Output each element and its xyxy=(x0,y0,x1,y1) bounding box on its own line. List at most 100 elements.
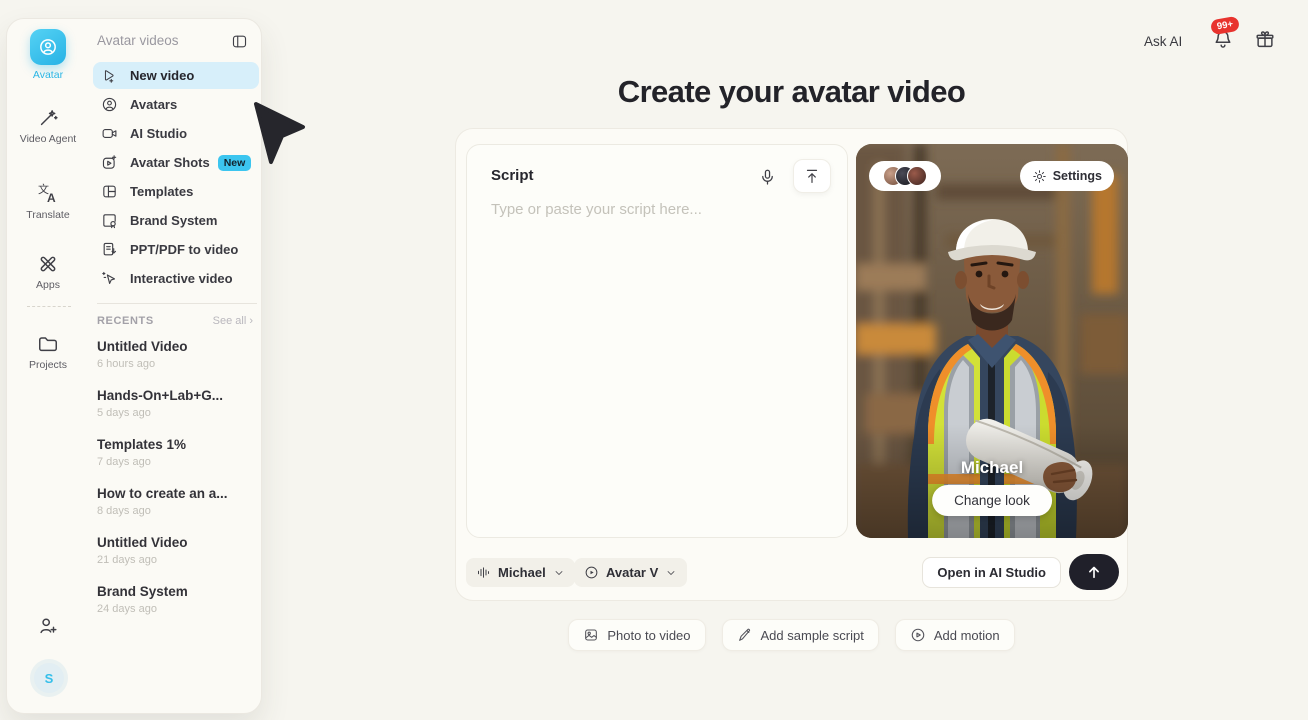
upload-script-button[interactable] xyxy=(793,159,831,193)
upload-icon xyxy=(803,167,821,185)
voice-select[interactable]: Michael xyxy=(466,558,575,587)
wand-icon xyxy=(37,107,59,129)
recent-time: 24 days ago xyxy=(97,603,255,615)
svg-text:A: A xyxy=(47,191,56,205)
record-voice-button[interactable] xyxy=(751,161,783,193)
page-title: Create your avatar video xyxy=(455,74,1128,110)
user-avatar-initial: S xyxy=(45,671,54,686)
avatar-preview-card[interactable]: Settings Michael Change look xyxy=(856,144,1128,538)
settings-label: Settings xyxy=(1053,169,1102,183)
photo-icon xyxy=(583,627,599,643)
menu-item-interactive-video[interactable]: Interactive video xyxy=(93,265,259,292)
ai-studio-icon xyxy=(101,125,118,142)
collapse-sidebar-button[interactable] xyxy=(227,30,251,52)
avatar-thumb xyxy=(907,166,927,186)
rail-label: Video Agent xyxy=(7,133,89,145)
menu-item-label: Avatars xyxy=(130,97,177,112)
quick-actions: Photo to video Add sample script Add mot… xyxy=(455,619,1128,651)
rail-label: Avatar xyxy=(7,69,89,81)
recent-item[interactable]: Hands-On+Lab+G... 5 days ago xyxy=(97,388,255,419)
settings-button[interactable]: Settings xyxy=(1020,161,1114,191)
invite-member-button[interactable] xyxy=(7,615,89,637)
chevron-down-icon xyxy=(553,567,565,579)
mic-icon xyxy=(758,168,777,187)
recents-header: RECENTS xyxy=(97,315,154,327)
script-label: Script xyxy=(491,167,534,184)
menu-item-label: Templates xyxy=(130,184,193,199)
see-all-link[interactable]: See all › xyxy=(213,315,253,327)
recent-item[interactable]: Untitled Video 21 days ago xyxy=(97,535,255,566)
menu-item-label: PPT/PDF to video xyxy=(130,242,238,257)
sidebar-item-translate[interactable]: 文 A Translate xyxy=(7,181,89,221)
photo-to-video-button[interactable]: Photo to video xyxy=(568,619,705,651)
avatar-switcher[interactable] xyxy=(869,161,941,191)
folder-icon xyxy=(37,333,59,355)
recent-time: 8 days ago xyxy=(97,505,255,517)
composer-card: Script xyxy=(455,128,1128,601)
motion-icon xyxy=(910,627,926,643)
user-avatar[interactable]: S xyxy=(34,663,64,693)
menu-item-avatars[interactable]: Avatars xyxy=(93,91,259,118)
sidebar-item-apps[interactable]: Apps xyxy=(7,253,89,291)
recent-title: How to create an a... xyxy=(97,486,255,501)
voice-icon xyxy=(476,565,491,580)
recent-item[interactable]: How to create an a... 8 days ago xyxy=(97,486,255,517)
rail-divider xyxy=(27,306,71,307)
generate-button[interactable] xyxy=(1069,554,1119,590)
recent-title: Untitled Video xyxy=(97,535,255,550)
person-add-icon xyxy=(37,615,59,637)
new-badge: New xyxy=(218,155,252,171)
recent-item[interactable]: Untitled Video 6 hours ago xyxy=(97,339,255,370)
script-input[interactable] xyxy=(491,201,827,517)
quick-action-label: Photo to video xyxy=(607,628,690,643)
script-panel: Script xyxy=(466,144,848,538)
menu-item-new-video[interactable]: New video xyxy=(93,62,259,89)
avatar-version-select[interactable]: Avatar V xyxy=(574,558,687,587)
recent-time: 21 days ago xyxy=(97,554,255,566)
sidebar-item-video-agent[interactable]: Video Agent xyxy=(7,107,89,145)
menu-item-label: Avatar Shots xyxy=(130,155,210,170)
translate-icon: 文 A xyxy=(36,181,60,205)
sidebar-item-avatar[interactable]: Avatar xyxy=(7,29,89,81)
recent-item[interactable]: Brand System 24 days ago xyxy=(97,584,255,615)
add-sample-script-button[interactable]: Add sample script xyxy=(722,619,879,651)
ppt-pdf-icon xyxy=(101,241,118,258)
rail-label: Translate xyxy=(7,209,89,221)
panel-title: Avatar videos xyxy=(97,33,179,48)
menu-divider xyxy=(97,303,257,304)
interactive-video-icon xyxy=(101,270,118,287)
rail-label: Apps xyxy=(7,279,89,291)
add-motion-button[interactable]: Add motion xyxy=(895,619,1015,651)
quick-action-label: Add motion xyxy=(934,628,1000,643)
avatar-icon xyxy=(30,29,66,65)
chevron-down-icon xyxy=(665,567,677,579)
menu-item-ai-studio[interactable]: AI Studio xyxy=(93,120,259,147)
recent-title: Hands-On+Lab+G... xyxy=(97,388,255,403)
avatars-icon xyxy=(101,96,118,113)
recent-time: 6 hours ago xyxy=(97,358,255,370)
change-look-button[interactable]: Change look xyxy=(932,485,1052,516)
menu-item-label: Brand System xyxy=(130,213,217,228)
sidebar-item-projects[interactable]: Projects xyxy=(7,333,89,371)
menu-item-templates[interactable]: Templates xyxy=(93,178,259,205)
ask-ai-button[interactable]: Ask AI xyxy=(1138,30,1188,52)
recent-title: Templates 1% xyxy=(97,437,255,452)
rewards-button[interactable] xyxy=(1254,28,1280,54)
menu-item-label: Interactive video xyxy=(130,271,233,286)
new-video-icon xyxy=(101,67,118,84)
menu-item-brand-system[interactable]: Brand System xyxy=(93,207,259,234)
pen-icon xyxy=(737,627,753,643)
recent-title: Brand System xyxy=(97,584,255,599)
menu-item-ppt-pdf-to-video[interactable]: PPT/PDF to video xyxy=(93,236,259,263)
gear-icon xyxy=(1032,169,1047,184)
recent-time: 7 days ago xyxy=(97,456,255,468)
avatar-name: Michael xyxy=(856,458,1128,478)
recent-item[interactable]: Templates 1% 7 days ago xyxy=(97,437,255,468)
menu-item-avatar-shots[interactable]: Avatar Shots New xyxy=(93,149,259,176)
app-window: Avatar Video Agent 文 A Translate Apps xyxy=(0,0,1308,720)
recent-title: Untitled Video xyxy=(97,339,255,354)
menu-item-label: New video xyxy=(130,68,194,83)
arrow-up-icon xyxy=(1085,563,1103,581)
open-in-ai-studio-button[interactable]: Open in AI Studio xyxy=(922,557,1061,588)
menu-item-label: AI Studio xyxy=(130,126,187,141)
